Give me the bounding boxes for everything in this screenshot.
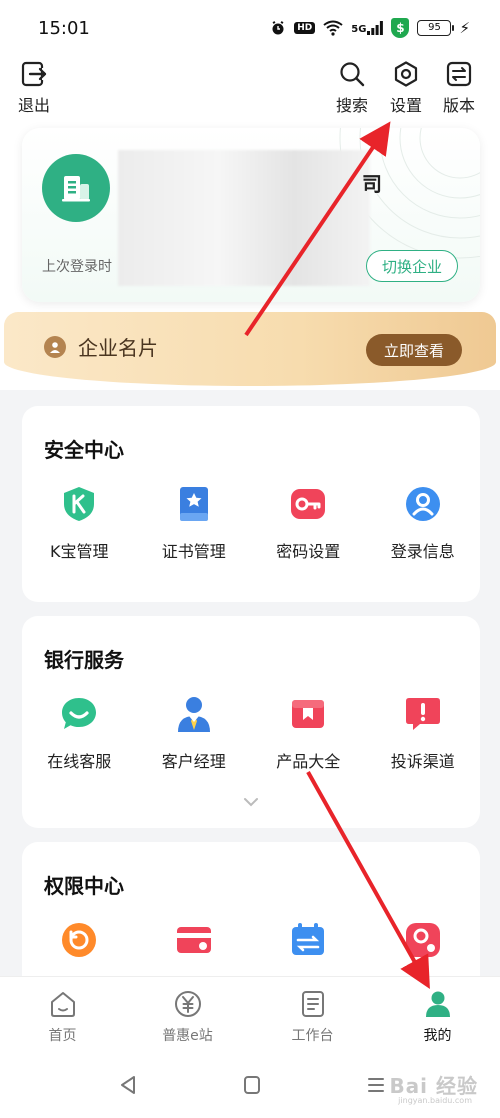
wifi-icon [323,20,343,36]
gear-icon [394,61,418,87]
business-card-label: 企业名片 [78,336,158,360]
calendar-transfer-icon [288,920,328,960]
home-nav-icon[interactable] [242,1074,262,1096]
version-swap-icon [446,61,472,87]
company-name: 司 [362,172,382,196]
company-avatar [42,154,110,222]
back-icon[interactable] [118,1074,138,1096]
search-label: 搜索 [336,96,369,115]
tab-puhui[interactable]: 普惠e站 [125,977,250,1056]
section-title: 安全中心 [44,438,124,462]
permission-center-section: 权限中心 [22,842,480,992]
search-button[interactable]: 搜索 [336,60,368,116]
status-icons: HD 5G $ 95 ⚡ [270,18,470,38]
watermark: Bai 经验 [389,1074,478,1098]
version-button[interactable]: 版本 [443,60,475,116]
top-action-bar: 退出 搜索 设置 版本 [0,56,500,120]
hd-badge: HD [294,22,316,34]
battery-icon: 95 [417,20,455,36]
settings-button[interactable]: 设置 [390,60,422,116]
status-time: 15:01 [38,18,90,39]
permission-item[interactable] [137,920,252,960]
refresh-badge-icon [59,920,99,960]
key-icon [288,484,328,524]
workbench-icon [301,991,324,1017]
recents-icon[interactable] [366,1074,386,1096]
item-label: 客户经理 [161,752,226,771]
product-catalog-item[interactable]: 产品大全 [251,694,366,772]
building-icon [62,176,90,202]
security-app-icon: $ [391,18,410,38]
user-settings-icon [403,920,443,960]
last-login-text: 上次登录时 [42,259,112,275]
item-label: 产品大全 [276,752,341,771]
item-label: 证书管理 [161,542,226,561]
chevron-down-icon[interactable] [242,796,260,808]
signal-icon: 5G [351,21,384,35]
product-box-icon [288,694,328,734]
certificate-management-item[interactable]: 证书管理 [137,484,252,562]
bank-services-grid: 在线客服 客户经理 产品大全 投诉渠道 [22,694,480,772]
section-title: 权限中心 [44,874,124,898]
network-type: 5G [351,24,367,35]
online-service-item[interactable]: 在线客服 [22,694,137,772]
k-shield-icon [59,484,99,524]
tab-mine[interactable]: 我的 [375,977,500,1056]
security-center-section: 安全中心 K宝管理 证书管理 密码设置 登录信息 [22,406,480,602]
version-label: 版本 [443,96,476,115]
item-label: 在线客服 [47,752,112,771]
logout-icon [21,61,47,87]
item-label: 登录信息 [390,542,455,561]
permission-grid [22,920,480,960]
logout-label: 退出 [18,96,51,115]
item-label: K宝管理 [50,542,109,561]
profile-icon [425,991,450,1017]
complaint-icon [403,694,443,734]
bottom-tab-bar: 首页 普惠e站 工作台 我的 [0,976,500,1056]
tab-label: 普惠e站 [162,1028,213,1044]
manager-icon [174,694,214,734]
k-bao-management-item[interactable]: K宝管理 [22,484,137,562]
bank-card-icon [174,920,214,960]
watermark-url: jingyan.baidu.com [398,1096,472,1105]
alarm-icon [272,21,284,35]
password-settings-item[interactable]: 密码设置 [251,484,366,562]
login-info-item[interactable]: 登录信息 [366,484,481,562]
system-nav-bar: Bai 经验 jingyan.baidu.com [0,1056,500,1118]
yen-coin-icon [174,991,201,1017]
switch-company-button[interactable]: 切换企业 [366,250,458,282]
bank-services-section: 银行服务 在线客服 客户经理 产品大全 投诉渠道 [22,616,480,828]
tab-home[interactable]: 首页 [0,977,125,1056]
business-card-banner[interactable]: 企业名片 立即查看 [4,312,496,386]
security-grid: K宝管理 证书管理 密码设置 登录信息 [22,484,480,562]
search-icon [340,62,365,87]
certificate-icon [174,484,214,524]
permission-item[interactable] [366,920,481,960]
tab-label: 首页 [48,1028,77,1044]
tab-label: 我的 [423,1028,452,1044]
complaint-channel-item[interactable]: 投诉渠道 [366,694,481,772]
user-login-icon [403,484,443,524]
item-label: 密码设置 [276,542,341,561]
charging-icon: ⚡ [459,19,470,37]
item-label: 投诉渠道 [390,752,455,771]
tab-workbench[interactable]: 工作台 [250,977,375,1056]
settings-label: 设置 [390,96,423,115]
section-title: 银行服务 [44,648,124,672]
permission-item[interactable] [251,920,366,960]
person-icon [44,336,66,358]
tab-label: 工作台 [291,1028,334,1044]
account-manager-item[interactable]: 客户经理 [137,694,252,772]
view-now-button[interactable]: 立即查看 [366,334,462,366]
chat-bubble-icon [59,694,99,734]
logout-button[interactable]: 退出 [18,60,50,116]
permission-item[interactable] [22,920,137,960]
status-bar: 15:01 HD 5G $ 95 ⚡ [0,0,500,56]
home-icon [50,992,75,1017]
company-card[interactable]: 司 上次登录时 切换企业 [22,128,480,302]
redacted-company-name [118,150,370,286]
